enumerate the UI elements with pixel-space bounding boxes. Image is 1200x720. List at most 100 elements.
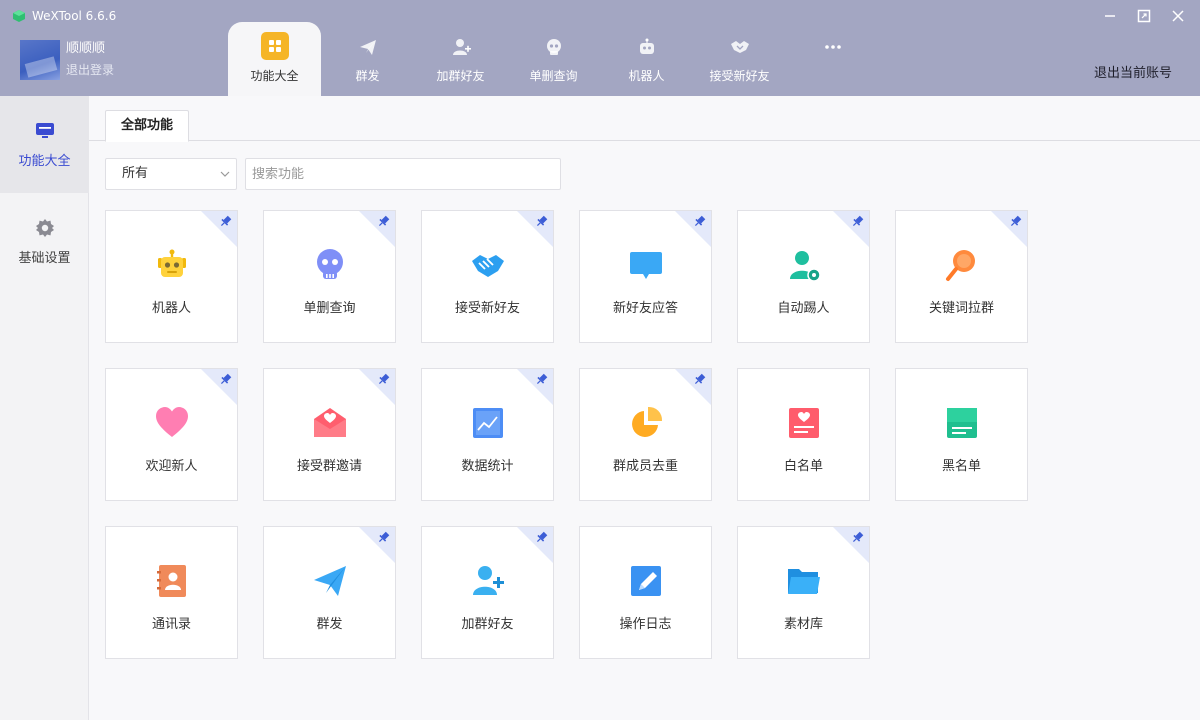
add-user-icon [472, 566, 504, 595]
feature-card-label: 接受新好友 [454, 301, 520, 316]
feature-card-label: 白名单 [783, 459, 823, 474]
feature-card-operation-log[interactable]: 操作日志 [579, 526, 712, 659]
contacts-book-icon [156, 565, 186, 597]
feature-card-data-stats[interactable]: 数据统计 [421, 368, 554, 501]
tab-label: 功能大全 [250, 69, 299, 83]
category-select-value: 所有 [122, 166, 149, 181]
feature-card-label: 群发 [316, 617, 343, 632]
feature-card-robot[interactable]: 机器人 [105, 210, 238, 343]
feature-card-contacts[interactable]: 通讯录 [105, 526, 238, 659]
feature-card-label: 单删查询 [303, 301, 356, 316]
user-panel: 顺顺顺 退出登录 [20, 40, 114, 80]
search-input[interactable] [245, 158, 561, 190]
feature-card-material-library[interactable]: 素材库 [737, 526, 870, 659]
feature-card-label: 黑名单 [941, 459, 981, 474]
feature-card-single-delete-check[interactable]: 单删查询 [263, 210, 396, 343]
logout-link[interactable]: 退出登录 [66, 61, 114, 78]
tab-single-delete-check[interactable]: 单删查询 [507, 22, 600, 96]
category-select[interactable]: 所有 [105, 158, 237, 190]
top-nav: 功能大全 群发 加群好友 单删查询 机器人 接受新好友 [228, 22, 879, 96]
tab-add-group-friends[interactable]: 加群好友 [414, 22, 507, 96]
tab-label: 群发 [355, 69, 380, 83]
pin-icon[interactable] [517, 527, 553, 563]
handshake-icon [471, 255, 504, 277]
maximize-icon[interactable] [1136, 8, 1152, 24]
tab-robot[interactable]: 机器人 [600, 22, 693, 96]
pin-icon[interactable] [517, 369, 553, 405]
folder-icon [787, 569, 820, 594]
paper-plane-icon [359, 40, 376, 55]
feature-card-welcome-newcomer[interactable]: 欢迎新人 [105, 368, 238, 501]
tab-label: 机器人 [628, 69, 665, 83]
pin-icon[interactable] [201, 369, 237, 405]
feature-card-accept-new-friends[interactable]: 接受新好友 [421, 210, 554, 343]
chevron-down-icon [220, 171, 230, 177]
feature-card-dedupe-members[interactable]: 群成员去重 [579, 368, 712, 501]
pin-icon[interactable] [833, 211, 869, 247]
more-icon [824, 45, 841, 49]
skull-icon [546, 39, 561, 55]
pin-icon[interactable] [359, 369, 395, 405]
magnifier-icon [945, 250, 975, 281]
feature-card-label: 机器人 [151, 301, 191, 316]
tab-all-features[interactable]: 全部功能 [105, 110, 190, 142]
pin-icon[interactable] [359, 527, 395, 563]
feature-card-label: 加群好友 [461, 617, 514, 632]
pin-icon[interactable] [675, 369, 711, 405]
heart-icon [155, 407, 188, 437]
pin-icon[interactable] [201, 211, 237, 247]
feature-card-accept-group-invite[interactable]: 接受群邀请 [263, 368, 396, 501]
close-icon[interactable] [1170, 8, 1186, 24]
gear-icon [35, 219, 54, 237]
feature-card-mass-send[interactable]: 群发 [263, 526, 396, 659]
blacklist-icon [946, 408, 977, 438]
feature-card-whitelist[interactable]: 白名单 [737, 368, 870, 501]
feature-grid: 机器人 单删查询 接受新好友 新好友应答 自动踢人 关键词拉群 欢迎新人 接受群… [105, 210, 1028, 659]
tab-label: 单删查询 [529, 69, 578, 83]
feature-card-keyword-group[interactable]: 关键词拉群 [895, 210, 1028, 343]
app-title: WeXTool 6.6.6 [32, 9, 117, 23]
tab-accept-new-friends[interactable]: 接受新好友 [693, 22, 786, 96]
sidebar-item-basic-settings[interactable]: 基础设置 [0, 193, 89, 290]
app-title-area: WeXTool 6.6.6 [12, 9, 116, 23]
feature-card-label: 新好友应答 [612, 301, 678, 316]
feature-card-label: 操作日志 [619, 617, 672, 632]
feature-card-add-group-friends[interactable]: 加群好友 [421, 526, 554, 659]
tab-mass-send[interactable]: 群发 [321, 22, 414, 96]
feature-card-label: 通讯录 [151, 617, 191, 632]
pin-icon[interactable] [359, 211, 395, 247]
pie-chart-icon [631, 406, 662, 437]
logout-account-button[interactable]: 退出当前账号 [1094, 62, 1172, 81]
envelope-heart-icon [313, 408, 346, 437]
sidebar: 功能大全 基础设置 [0, 96, 89, 720]
sidebar-item-feature-list[interactable]: 功能大全 [0, 96, 89, 193]
feature-card-label: 欢迎新人 [145, 459, 198, 474]
tab-feature-list[interactable]: 功能大全 [228, 22, 321, 96]
minimize-icon[interactable] [1102, 8, 1118, 24]
feature-card-auto-kick[interactable]: 自动踢人 [737, 210, 870, 343]
feature-card-label: 自动踢人 [777, 301, 830, 316]
skull-icon [316, 249, 343, 279]
user-name: 顺顺顺 [66, 41, 106, 56]
window-controls [1102, 8, 1186, 24]
grid-icon [260, 32, 289, 60]
pin-icon[interactable] [833, 527, 869, 563]
edit-log-icon [630, 566, 661, 596]
main-panel: 全部功能 所有 机器人 单删查询 接受新好友 新好友应答 [89, 96, 1200, 720]
pin-icon[interactable] [517, 211, 553, 247]
robot-icon [639, 38, 654, 54]
feature-card-label: 数据统计 [461, 459, 514, 474]
feature-card-new-friend-reply[interactable]: 新好友应答 [579, 210, 712, 343]
content-tabbar: 全部功能 [89, 110, 1200, 142]
feature-card-blacklist[interactable]: 黑名单 [895, 368, 1028, 501]
chat-bubble-icon [629, 252, 662, 279]
sidebar-item-label: 基础设置 [18, 251, 71, 266]
monitor-icon [35, 123, 54, 138]
pin-icon[interactable] [675, 211, 711, 247]
title-bar: WeXTool 6.6.6 顺顺顺 退出登录 功能大全 群发 加群好友 单删查询… [0, 0, 1200, 96]
tab-more[interactable] [786, 22, 879, 96]
app-logo-icon [13, 10, 25, 22]
pin-icon[interactable] [991, 211, 1027, 247]
add-user-icon [452, 39, 471, 55]
feature-card-label: 素材库 [783, 617, 823, 632]
